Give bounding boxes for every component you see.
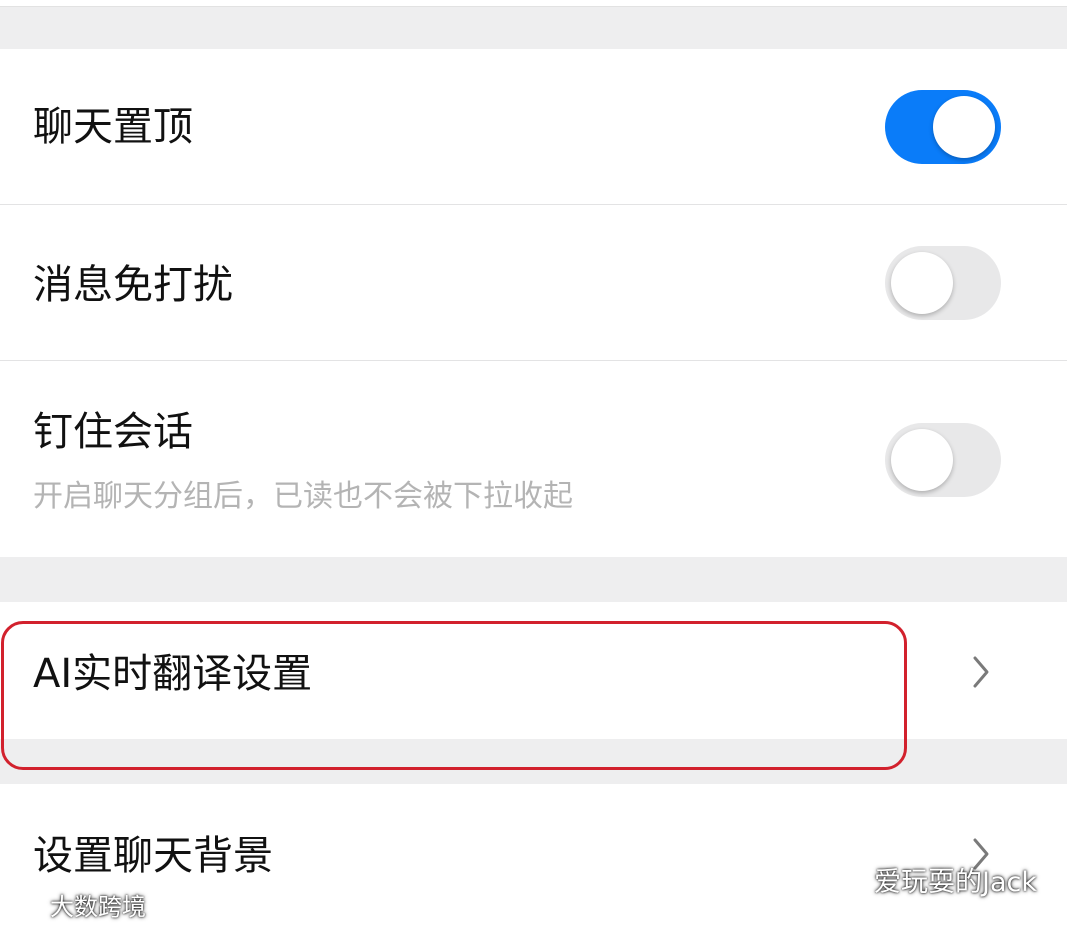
ai-translation-settings-label: AI实时翻译设置 xyxy=(33,651,313,697)
watermark-right: 爱玩耍的Jack xyxy=(822,858,1037,900)
weibo-icon xyxy=(11,893,42,915)
mute-notifications-label: 消息免打扰 xyxy=(33,262,233,308)
mute-notifications-toggle[interactable] xyxy=(885,246,1001,320)
chat-background-label: 设置聊天背景 xyxy=(33,833,273,879)
watermark-left: 大数跨境 xyxy=(6,886,146,922)
toggle-knob xyxy=(891,429,953,491)
watermark-left-text: 大数跨境 xyxy=(50,892,146,921)
toggle-knob xyxy=(933,96,995,158)
pin-conversation-toggle[interactable] xyxy=(885,423,1001,497)
chat-background-row[interactable]: 设置聊天背景 xyxy=(0,784,1067,925)
chevron-right-icon xyxy=(973,656,989,688)
previous-section-edge xyxy=(0,0,1067,7)
pin-chat-label: 聊天置顶 xyxy=(33,104,193,150)
pin-chat-toggle[interactable] xyxy=(885,90,1001,164)
toggle-knob xyxy=(891,252,953,314)
pin-conversation-row: 钉住会话 开启聊天分组后，已读也不会被下拉收起 xyxy=(0,361,1067,557)
wechat-icon xyxy=(823,863,865,894)
pin-chat-row: 聊天置顶 xyxy=(0,49,1067,204)
pin-conversation-label: 钉住会话 xyxy=(33,409,193,455)
mute-notifications-row: 消息免打扰 xyxy=(0,205,1067,360)
pin-conversation-description: 开启聊天分组后，已读也不会被下拉收起 xyxy=(33,479,573,514)
ai-translation-settings-row[interactable]: AI实时翻译设置 xyxy=(0,602,1067,739)
watermark-right-text: 爱玩耍的Jack xyxy=(874,866,1037,898)
